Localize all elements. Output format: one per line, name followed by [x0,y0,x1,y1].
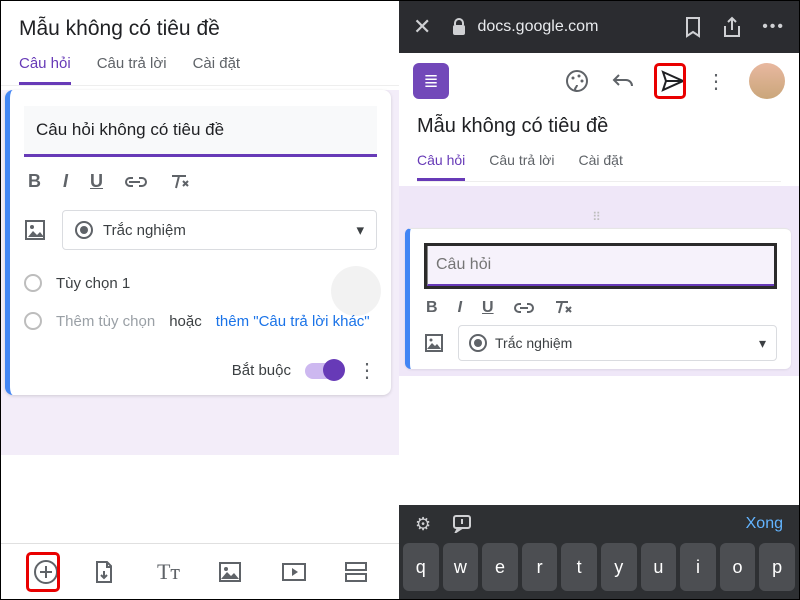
clear-format-icon[interactable] [554,300,572,316]
image-icon[interactable] [24,219,46,241]
question-card: B I U Trắc nghiệm ▾ [5,90,391,395]
question-type-label: Trắc nghiệm [103,222,186,239]
lock-icon [451,18,467,36]
add-option-row[interactable]: Thêm tùy chọn hoặc thêm "Câu trả lời khá… [24,302,377,340]
or-word: hoặc [169,313,202,330]
underline-icon[interactable]: U [482,299,494,317]
tab-responses[interactable]: Câu trả lời [489,152,554,181]
key-t[interactable]: t [561,543,597,591]
add-title-icon[interactable]: Tᴛ [155,559,183,585]
tab-settings[interactable]: Cài đặt [193,55,241,85]
option-row[interactable]: Tùy chọn 1 [24,264,377,302]
bookmark-icon[interactable] [684,16,702,38]
chevron-down-icon: ▾ [356,221,364,239]
bold-icon[interactable]: B [426,299,438,317]
browser-more-icon[interactable]: ••• [762,18,785,36]
key-e[interactable]: e [482,543,518,591]
soft-keyboard: ⚙ Xong qwertyuiop [399,505,799,599]
format-toolbar: B I U [24,157,377,204]
forms-logo-icon[interactable]: ≣ [413,63,449,99]
add-image-icon[interactable] [218,561,246,583]
drag-handle-icon[interactable]: ⠿ [405,210,791,224]
key-y[interactable]: y [601,543,637,591]
italic-icon[interactable]: I [458,299,462,317]
tab-bar: Câu hỏi Câu trả lời Cài đặt [1,41,399,86]
avatar[interactable] [749,63,785,99]
required-label: Bắt buộc [232,362,291,379]
palette-icon[interactable] [565,69,591,93]
add-video-icon[interactable] [281,562,309,582]
form-title[interactable]: Mẫu không có tiêu đề [417,109,781,138]
import-question-icon[interactable] [92,559,120,585]
send-button[interactable] [657,66,683,96]
question-type-label: Trắc nghiệm [495,335,572,351]
key-r[interactable]: r [522,543,558,591]
option-label[interactable]: Tùy chọn 1 [56,275,130,292]
tab-settings[interactable]: Cài đặt [578,152,622,181]
undo-icon[interactable] [611,71,637,91]
radio-icon [24,274,42,292]
app-toolbar: ≣ ⋮ [399,53,799,109]
keyboard-done-button[interactable]: Xong [746,515,783,533]
key-w[interactable]: w [443,543,479,591]
radio-icon [75,221,93,239]
question-highlight [424,243,777,289]
underline-icon[interactable]: U [90,171,103,192]
form-title[interactable]: Mẫu không có tiêu đề [19,17,381,41]
clear-format-icon[interactable] [169,173,189,191]
browser-bar: ✕ docs.google.com ••• [399,1,799,53]
add-option-label[interactable]: Thêm tùy chọn [56,313,155,330]
bottom-toolbar: Tᴛ [1,543,399,599]
keyboard-feedback-icon[interactable] [453,515,473,533]
image-icon[interactable] [424,333,444,353]
key-p[interactable]: p [759,543,795,591]
question-type-select[interactable]: Trắc nghiệm ▾ [62,210,377,250]
question-card: B I U Trắc nghiệm ▾ [405,228,791,369]
close-tab-icon[interactable]: ✕ [413,14,431,40]
add-section-icon[interactable] [344,561,372,583]
keyboard-row: qwertyuiop [399,543,799,591]
app-more-icon[interactable]: ⋮ [703,69,729,94]
link-icon[interactable] [125,176,147,188]
add-question-button[interactable] [29,555,57,589]
key-i[interactable]: i [680,543,716,591]
url-text[interactable]: docs.google.com [477,18,598,36]
radio-icon [24,312,42,330]
more-icon[interactable]: ⋮ [357,358,377,383]
key-u[interactable]: u [641,543,677,591]
link-icon[interactable] [514,302,534,314]
key-q[interactable]: q [403,543,439,591]
tab-questions[interactable]: Câu hỏi [417,152,465,181]
add-other-link[interactable]: thêm "Câu trả lời khác" [216,313,370,330]
format-toolbar: B I U [424,289,777,325]
chevron-down-icon: ▾ [759,335,766,352]
italic-icon[interactable]: I [63,171,68,192]
fab-ghost [331,266,381,316]
tab-responses[interactable]: Câu trả lời [97,55,167,85]
question-title-input[interactable] [427,246,774,286]
radio-icon [469,334,487,352]
question-type-select[interactable]: Trắc nghiệm ▾ [458,325,777,361]
required-toggle[interactable] [305,363,343,379]
tab-questions[interactable]: Câu hỏi [19,55,71,85]
keyboard-settings-icon[interactable]: ⚙ [415,514,431,535]
tab-bar: Câu hỏi Câu trả lời Cài đặt [417,138,781,182]
share-icon[interactable] [722,16,742,38]
key-o[interactable]: o [720,543,756,591]
question-title-input[interactable] [24,106,377,157]
bold-icon[interactable]: B [28,171,41,192]
